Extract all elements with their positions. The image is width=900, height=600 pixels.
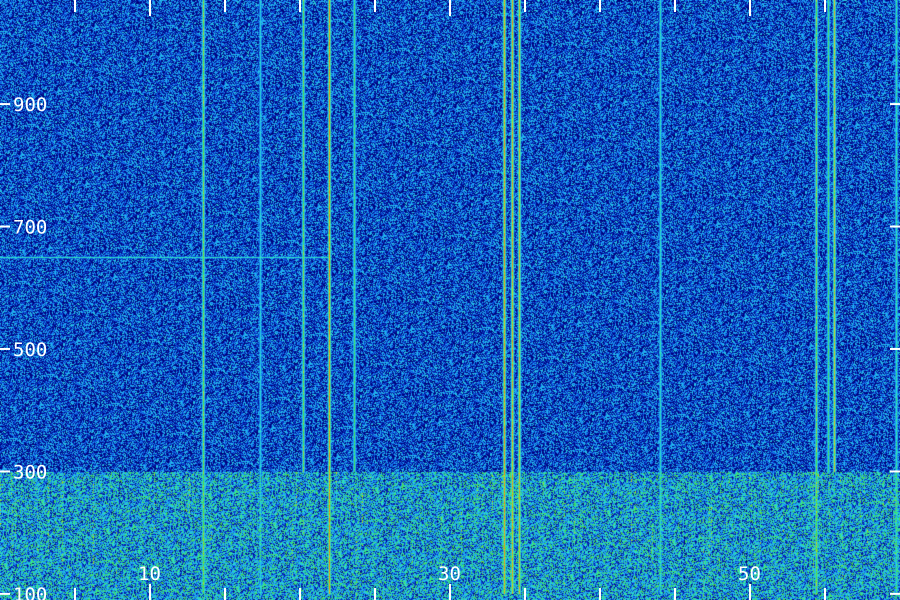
y-tick-label: 300	[13, 461, 47, 483]
y-tick-label: 100	[13, 584, 47, 600]
axes-overlay: 900 700 500 300 100 10 30 50	[0, 0, 900, 600]
y-tick-label: 700	[13, 217, 47, 239]
y-tick-label: 500	[13, 339, 47, 361]
x-tick-label: 50	[738, 563, 761, 585]
x-axis-bottom	[74, 584, 826, 600]
tick-labels: 900 700 500 300 100 10 30 50	[13, 94, 761, 600]
x-axis-top	[74, 0, 826, 16]
x-tick-label: 30	[438, 563, 461, 585]
y-axis-left	[0, 103, 10, 595]
y-tick-label: 900	[13, 94, 47, 116]
waterfall-chart: 900 700 500 300 100 10 30 50	[0, 0, 900, 600]
y-axis-right	[890, 103, 900, 595]
x-tick-label: 10	[138, 563, 161, 585]
